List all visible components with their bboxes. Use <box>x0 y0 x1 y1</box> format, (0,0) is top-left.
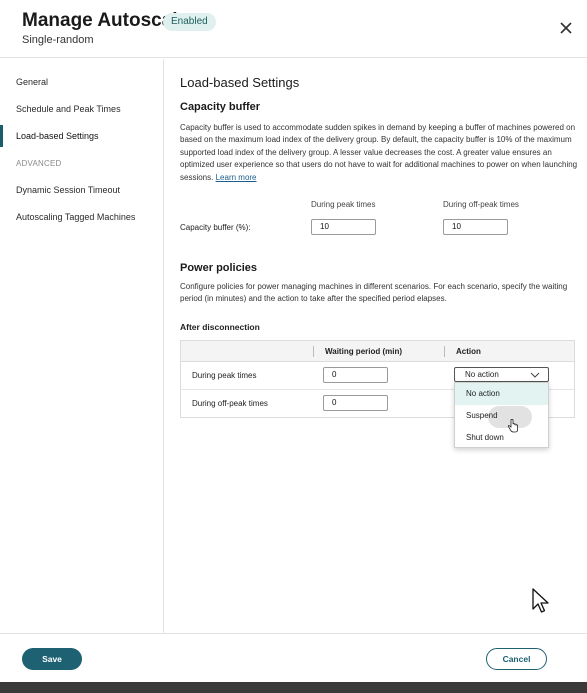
waiting-period-peak-input[interactable]: 0 <box>323 367 388 383</box>
dialog-subtitle: Single-random <box>22 34 94 46</box>
close-button[interactable] <box>556 18 576 38</box>
sidebar-item-autoscaling-tagged-machines[interactable]: Autoscaling Tagged Machines <box>0 205 163 229</box>
action-dropdown-menu: No action Suspend Shut down <box>454 382 549 448</box>
option-suspend[interactable]: Suspend <box>455 405 548 433</box>
row-label-peak: During peak times <box>192 371 257 380</box>
table-header: Waiting period (min) Action <box>181 341 574 362</box>
after-disconnection-heading: After disconnection <box>180 322 260 332</box>
dialog-header: Manage Autoscale Enabled Single-random <box>0 0 587 58</box>
column-divider <box>313 346 314 357</box>
page-title: Load-based Settings <box>180 75 300 90</box>
close-icon <box>560 22 572 34</box>
option-no-action[interactable]: No action <box>455 383 548 405</box>
status-badge: Enabled <box>163 13 216 31</box>
col-action: Action <box>456 347 481 356</box>
sidebar-item-load-based-settings[interactable]: Load-based Settings <box>0 124 163 148</box>
action-select-value: No action <box>465 370 499 379</box>
sidebar-section-advanced: ADVANCED <box>16 159 62 168</box>
option-shut-down[interactable]: Shut down <box>455 427 548 449</box>
capacity-peak-input[interactable]: 10 <box>311 219 376 235</box>
sidebar-item-dynamic-session-timeout[interactable]: Dynamic Session Timeout <box>0 178 163 202</box>
col-offpeak-times: During off-peak times <box>443 200 519 209</box>
power-policies-title: Power policies <box>180 262 258 274</box>
capacity-buffer-description: Capacity buffer is used to accommodate s… <box>180 122 578 184</box>
row-label-offpeak: During off-peak times <box>192 399 268 408</box>
main-content: Load-based Settings Capacity buffer Capa… <box>164 59 587 633</box>
col-waiting-period: Waiting period (min) <box>325 347 403 356</box>
manage-autoscale-dialog: Manage Autoscale Enabled Single-random G… <box>0 0 587 682</box>
sidebar-item-schedule[interactable]: Schedule and Peak Times <box>0 97 163 121</box>
save-button[interactable]: Save <box>22 648 82 670</box>
capacity-offpeak-input[interactable]: 10 <box>443 219 508 235</box>
power-policies-description: Configure policies for power managing ma… <box>180 282 568 304</box>
capacity-buffer-title: Capacity buffer <box>180 101 261 113</box>
waiting-period-offpeak-input[interactable]: 0 <box>323 395 388 411</box>
sidebar-item-general[interactable]: General <box>0 70 163 94</box>
sidebar-nav: General Schedule and Peak Times Load-bas… <box>0 59 164 633</box>
capacity-buffer-label: Capacity buffer (%): <box>180 223 251 232</box>
action-select-peak[interactable]: No action <box>454 367 549 382</box>
learn-more-link[interactable]: Learn more <box>216 173 257 182</box>
column-divider <box>444 346 445 357</box>
dialog-footer: Save Cancel <box>0 633 587 682</box>
col-peak-times: During peak times <box>311 200 376 209</box>
option-suspend-label: Suspend <box>466 411 498 420</box>
cancel-button[interactable]: Cancel <box>486 648 547 670</box>
mouse-cursor-icon <box>532 588 549 613</box>
chevron-down-icon <box>530 372 540 378</box>
